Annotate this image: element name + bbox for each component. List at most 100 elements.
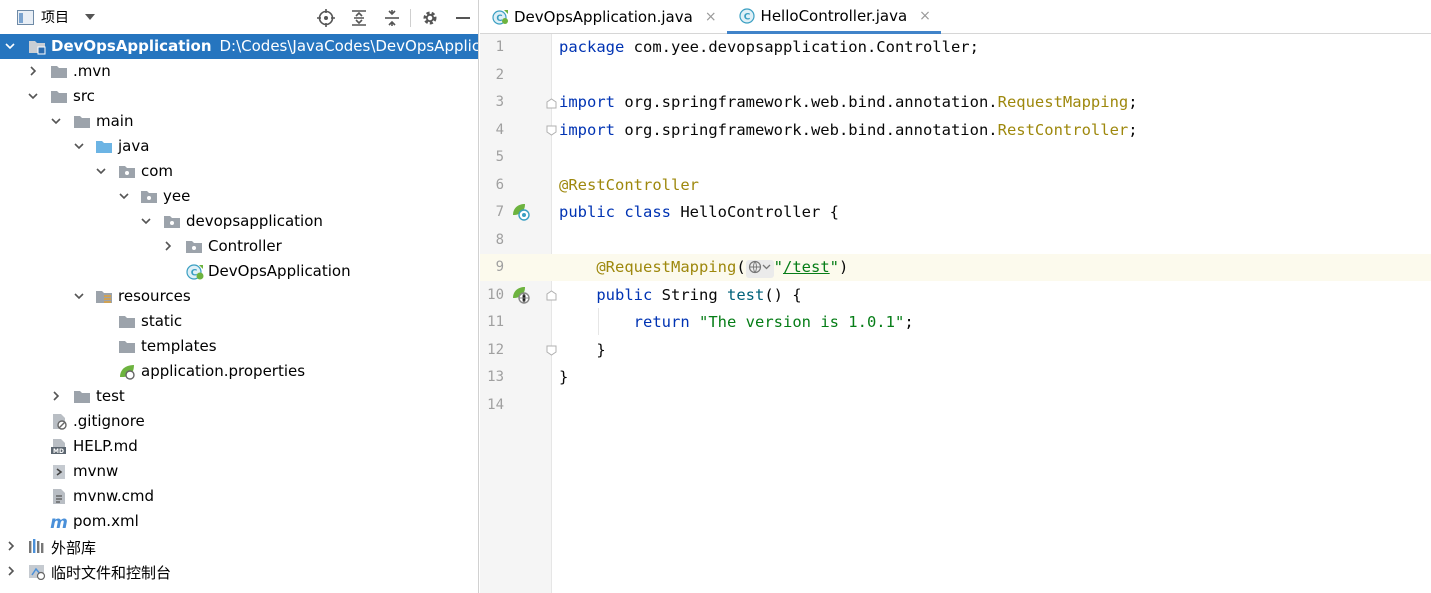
tree-item-devopsapplication[interactable]: devopsapplication bbox=[0, 209, 478, 234]
hide-icon[interactable] bbox=[446, 0, 478, 35]
folder-icon bbox=[119, 341, 135, 353]
tree-item-com[interactable]: com bbox=[0, 159, 478, 184]
tree-item-gitignore[interactable]: .gitignore bbox=[0, 409, 478, 434]
tree-item-application-properties[interactable]: application.properties bbox=[0, 359, 478, 384]
tree-item-help-md[interactable]: MD HELP.md bbox=[0, 434, 478, 459]
tree-item-label: application.properties bbox=[141, 362, 306, 380]
string-quote: " bbox=[773, 258, 783, 276]
collapse-all-icon[interactable] bbox=[375, 0, 408, 35]
tree-item-pom-xml[interactable]: m pom.xml bbox=[0, 509, 478, 534]
ignore-file-icon bbox=[53, 414, 67, 430]
chevron-right-icon[interactable] bbox=[50, 390, 62, 402]
request-mapping-gutter-icon[interactable] bbox=[512, 286, 530, 304]
settings-icon[interactable] bbox=[413, 0, 446, 35]
tree-item-label: HELP.md bbox=[73, 437, 138, 455]
import-class: RequestMapping bbox=[997, 93, 1129, 111]
tree-item-label: src bbox=[73, 87, 95, 105]
resources-folder-icon bbox=[96, 291, 112, 303]
chevron-down-icon[interactable] bbox=[73, 140, 85, 152]
tree-item-external-libraries[interactable]: 外部库 bbox=[0, 534, 478, 559]
tree-item-mvn[interactable]: .mvn bbox=[0, 59, 478, 84]
tree-item-resources[interactable]: resources bbox=[0, 284, 478, 309]
spring-class-icon: C bbox=[492, 10, 508, 25]
tree-item-mvnw[interactable]: mvnw bbox=[0, 459, 478, 484]
keyword: package bbox=[559, 38, 625, 56]
spring-class-icon: C bbox=[186, 264, 204, 280]
tree-item-java[interactable]: java bbox=[0, 134, 478, 159]
editor: C DevOpsApplication.java × C HelloContro… bbox=[480, 0, 1431, 593]
paren: ( bbox=[736, 258, 746, 276]
chevron-down-icon[interactable] bbox=[118, 190, 130, 202]
string-quote: " bbox=[829, 258, 840, 276]
tree-item-templates[interactable]: templates bbox=[0, 334, 478, 359]
tree-item-label: devopsapplication bbox=[186, 212, 323, 230]
closing-brace: } bbox=[559, 368, 569, 386]
code-line-11: return "The version is 1.0.1"; bbox=[559, 313, 914, 331]
tree-item-label: mvnw.cmd bbox=[73, 487, 155, 505]
folder-icon bbox=[74, 116, 90, 128]
tree-item-devopsapplication-module[interactable]: DevOpsApplication D:\Codes\JavaCodes\DevO… bbox=[0, 34, 478, 59]
line-number: 11 bbox=[487, 314, 504, 330]
project-view-icon bbox=[17, 9, 34, 25]
code-area[interactable]: package com.yee.devopsapplication.Contro… bbox=[552, 34, 1431, 593]
chevron-right-icon[interactable] bbox=[162, 240, 174, 252]
tree-item-mvnw-cmd[interactable]: mvnw.cmd bbox=[0, 484, 478, 509]
chevron-down-icon[interactable] bbox=[140, 215, 152, 227]
tree-item-label: static bbox=[141, 312, 183, 330]
chevron-down-icon[interactable] bbox=[73, 290, 85, 302]
chevron-down-icon[interactable] bbox=[85, 14, 95, 20]
script-file-icon bbox=[53, 465, 65, 479]
svg-text:C: C bbox=[743, 12, 750, 22]
keyword: import bbox=[559, 93, 615, 111]
line-number: 2 bbox=[495, 67, 504, 83]
tab-devopsapplication-java[interactable]: C DevOpsApplication.java × bbox=[480, 0, 727, 34]
package-icon bbox=[164, 216, 180, 228]
method-params: () { bbox=[764, 286, 802, 304]
chevron-right-icon[interactable] bbox=[5, 565, 17, 577]
tree-item-label: DevOpsApplication bbox=[208, 262, 351, 280]
maven-icon: m bbox=[50, 513, 68, 530]
url-path[interactable]: /test bbox=[783, 258, 830, 276]
code-line-6: @RestController bbox=[559, 176, 699, 194]
tree-item-test[interactable]: test bbox=[0, 384, 478, 409]
chevron-right-icon[interactable] bbox=[27, 65, 39, 77]
code-line-13: } bbox=[559, 368, 568, 386]
tree-item-yee[interactable]: yee bbox=[0, 184, 478, 209]
return-type: String bbox=[652, 286, 727, 304]
svg-text:C: C bbox=[191, 269, 198, 279]
package-name: com.yee.devopsapplication.Controller; bbox=[624, 38, 979, 56]
tree-item-label: pom.xml bbox=[73, 512, 139, 530]
url-inlay-hint[interactable] bbox=[745, 260, 774, 278]
tree-item-label: 外部库 bbox=[51, 539, 97, 557]
chevron-right-icon[interactable] bbox=[5, 540, 17, 552]
close-icon[interactable]: × bbox=[919, 8, 931, 24]
tree-item-label: .gitignore bbox=[73, 412, 145, 430]
tree-item-controller[interactable]: Controller bbox=[0, 234, 478, 259]
tree-item-label: test bbox=[96, 387, 125, 405]
chevron-down-icon[interactable] bbox=[50, 115, 62, 127]
paren: ) bbox=[839, 258, 849, 276]
class-declaration: HelloController { bbox=[670, 203, 839, 221]
tree-item-static[interactable]: static bbox=[0, 309, 478, 334]
spring-bean-gutter-icon[interactable] bbox=[512, 203, 530, 221]
locate-icon[interactable] bbox=[309, 0, 342, 35]
tree-item-src[interactable]: src bbox=[0, 84, 478, 109]
tree-item-main[interactable]: main bbox=[0, 109, 478, 134]
editor-gutter[interactable]: 1 2 3 4 5 6 7 8 9 10 11 12 13 14 bbox=[480, 34, 557, 593]
semicolon: ; bbox=[1128, 93, 1138, 111]
project-view-selector[interactable]: 项目 bbox=[17, 7, 95, 27]
tree-item-devopsapplication-class[interactable]: C DevOpsApplication bbox=[0, 259, 478, 284]
expand-all-icon[interactable] bbox=[342, 0, 375, 35]
tree-item-label: main bbox=[96, 112, 134, 130]
chevron-down-icon[interactable] bbox=[95, 165, 107, 177]
tree-item-scratches[interactable]: 临时文件和控制台 bbox=[0, 559, 478, 584]
method-name: test bbox=[726, 286, 765, 304]
scratches-icon bbox=[29, 565, 46, 580]
chevron-down-icon[interactable] bbox=[27, 90, 39, 102]
module-folder-icon bbox=[29, 41, 46, 55]
close-icon[interactable]: × bbox=[705, 9, 717, 25]
tab-hellocontroller-java[interactable]: C HelloController.java × bbox=[726, 0, 941, 34]
chevron-down-icon[interactable] bbox=[4, 40, 16, 52]
keyword: import bbox=[559, 121, 615, 139]
